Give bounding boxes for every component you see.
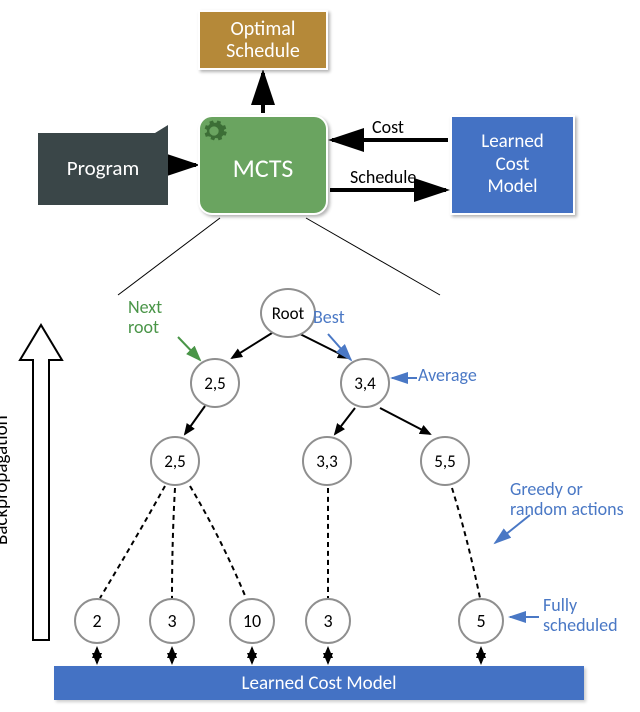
- tree-node-l2-b: 3,3: [302, 436, 352, 486]
- leaf-label: 5: [476, 610, 485, 632]
- annotation-best: Best: [313, 308, 345, 328]
- tree-leaf-d: 3: [305, 598, 351, 644]
- annotation-next-root: Next root: [128, 298, 162, 338]
- edge-label-schedule: Schedule: [350, 166, 416, 188]
- program-label: Program: [67, 155, 140, 181]
- node-label: 2,5: [164, 451, 185, 472]
- leaf-label: 3: [167, 610, 176, 632]
- node-label: 3,3: [316, 451, 337, 472]
- tree-root-label: Root: [272, 303, 305, 324]
- learned-cost-model-bar: Learned Cost Model: [54, 666, 584, 700]
- tree-node-l1-right: 3,4: [340, 358, 390, 408]
- leaf-label: 10: [243, 610, 261, 632]
- node-label: 3,4: [354, 373, 375, 394]
- program-box: Program: [38, 125, 168, 205]
- tree-node-l2-a: 2,5: [150, 436, 200, 486]
- annotation-fully: Fully scheduled: [543, 596, 618, 636]
- learned-cost-model-box: Learned Cost Model: [450, 115, 575, 215]
- gear-icon: [200, 117, 228, 145]
- optimal-schedule-box: Optimal Schedule: [198, 10, 328, 70]
- annotation-average: Average: [418, 366, 477, 386]
- tree-leaf-c: 10: [229, 598, 275, 644]
- annotation-backprop: Backpropagation: [0, 415, 13, 545]
- tree-leaf-a: 2: [74, 598, 120, 644]
- node-label: 2,5: [204, 373, 225, 394]
- lcm-label: Learned Cost Model: [481, 131, 544, 199]
- leaf-label: 3: [323, 610, 332, 632]
- tree-node-l2-c: 5,5: [420, 436, 470, 486]
- tree-leaf-b: 3: [149, 598, 195, 644]
- tree-leaf-e: 5: [458, 598, 504, 644]
- mcts-label: MCTS: [233, 152, 294, 184]
- optimal-schedule-label: Optimal Schedule: [226, 18, 300, 62]
- annotation-greedy: Greedy or random actions: [510, 480, 624, 520]
- node-label: 5,5: [434, 451, 455, 472]
- lcm-bottom-label: Learned Cost Model: [242, 672, 397, 695]
- mcts-box: MCTS: [198, 115, 328, 215]
- tree-node-l1-left: 2,5: [190, 358, 240, 408]
- edge-label-cost: Cost: [372, 116, 404, 138]
- leaf-label: 2: [92, 610, 101, 632]
- tree-root: Root: [260, 288, 316, 338]
